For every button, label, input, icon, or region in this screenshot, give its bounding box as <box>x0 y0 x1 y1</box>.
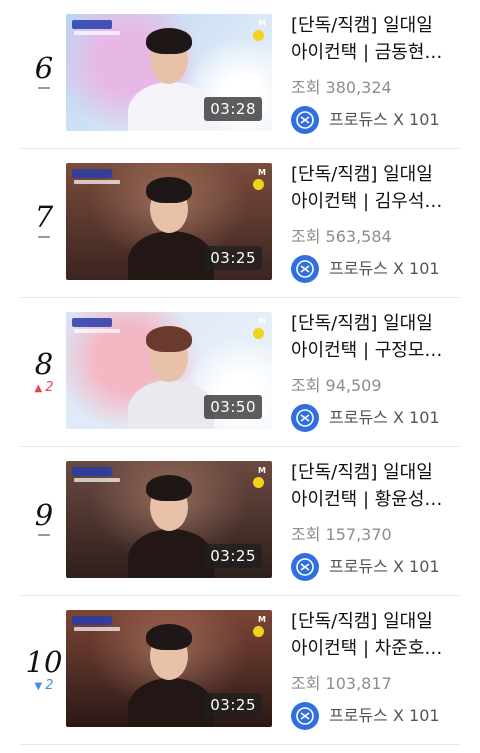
video-duration: 03:28 <box>204 97 262 121</box>
channel-watermark: M <box>258 168 266 177</box>
video-thumbnail[interactable]: M 03:25 <box>66 163 272 280</box>
video-list-item[interactable]: 9 M 03:25 [단독/직캠] 일대일아이컨택 | 황윤성… 조회 157,370 프… <box>0 447 480 596</box>
rating-badge-icon <box>253 179 264 190</box>
video-title-line: [단독/직캠] 일대일 <box>291 15 433 36</box>
broadcast-overlay-caption <box>74 627 120 631</box>
video-list-item[interactable]: 6 M 03:28 [단독/직캠] 일대일아이컨택 | 금동현… 조회 380,324 프… <box>0 0 480 149</box>
channel-watermark: M <box>258 317 266 326</box>
video-title-line: 아이컨택 | 차준호… <box>291 638 443 659</box>
triangle-up-icon: ▲ <box>34 383 43 394</box>
video-ranking-list: 6 M 03:28 [단독/직캠] 일대일 아이컨택 | 금동현… 조회 380,324 프… <box>0 0 480 753</box>
rank-column: 9 <box>18 447 70 596</box>
rank-change: ▲ 2 <box>18 380 70 397</box>
video-title-line: 아이컨택 | 김우석… <box>291 191 443 212</box>
rank-change: ▼ 2 <box>18 678 70 695</box>
row-divider <box>20 744 460 745</box>
performer-hair <box>146 475 192 501</box>
channel-name: 프로듀스 X 101 <box>329 557 440 576</box>
video-title-line: [단독/직캠] 일대일 <box>291 164 433 185</box>
broadcast-overlay-badge <box>72 20 112 29</box>
video-title-line: [단독/직캠] 일대일 <box>291 313 433 334</box>
video-title[interactable]: [단독/직캠] 일대일아이컨택 | 차준호… <box>291 608 465 662</box>
video-duration: 03:25 <box>204 693 262 717</box>
video-title[interactable]: [단독/직캠] 일대일아이컨택 | 금동현… <box>291 12 465 66</box>
rank-number: 10 <box>25 645 63 679</box>
performer-hair <box>146 177 192 203</box>
channel-watermark: M <box>258 466 266 475</box>
channel-name: 프로듀스 X 101 <box>329 408 440 427</box>
video-title[interactable]: [단독/직캠] 일대일아이컨택 | 김우석… <box>291 161 465 215</box>
video-duration: 03:25 <box>204 246 262 270</box>
video-duration: 03:50 <box>204 395 262 419</box>
video-title[interactable]: [단독/직캠] 일대일아이컨택 | 황윤성… <box>291 459 465 513</box>
rank-unchanged-dash <box>38 534 50 536</box>
rank-number: 6 <box>34 51 54 85</box>
video-title-line: [단독/직캠] 일대일 <box>291 462 433 483</box>
channel-watermark: M <box>258 615 266 624</box>
channel-watermark: M <box>258 19 266 28</box>
video-title[interactable]: [단독/직캠] 일대일아이컨택 | 구정모… <box>291 310 465 364</box>
video-title-line: 아이컨택 | 금동현… <box>291 42 443 63</box>
produce-x-101-logo-icon <box>291 106 319 134</box>
video-title-line: 아이컨택 | 황윤성… <box>291 489 443 510</box>
triangle-down-icon: ▼ <box>34 681 43 692</box>
view-count: 조회 157,370 <box>291 525 392 544</box>
video-thumbnail[interactable]: M 03:25 <box>66 610 272 727</box>
view-count: 조회 380,324 <box>291 78 392 97</box>
video-thumbnail[interactable]: M 03:28 <box>66 14 272 131</box>
view-count: 조회 103,817 <box>291 674 392 693</box>
produce-x-101-logo-icon <box>291 702 319 730</box>
channel-name: 프로듀스 X 101 <box>329 706 440 725</box>
broadcast-overlay-caption <box>74 329 120 333</box>
video-thumbnail[interactable]: M 03:25 <box>66 461 272 578</box>
video-list-item[interactable]: 7 M 03:25 [단독/직캠] 일대일아이컨택 | 김우석… 조회 563,584 프… <box>0 149 480 298</box>
video-thumbnail[interactable]: M 03:50 <box>66 312 272 429</box>
video-duration: 03:25 <box>204 544 262 568</box>
channel-name: 프로듀스 X 101 <box>329 110 440 129</box>
broadcast-overlay-badge <box>72 169 112 178</box>
rank-number: 9 <box>34 498 54 532</box>
broadcast-overlay-badge <box>72 318 112 327</box>
rank-change-value: 2 <box>45 678 54 693</box>
video-list-item[interactable]: 8 ▲ 2 M 03:50 [단독/직캠] 일대일 아이컨택 | 구정모… 조회 94,509… <box>0 298 480 447</box>
rank-number: 8 <box>34 347 54 381</box>
broadcast-overlay-caption <box>74 478 120 482</box>
video-list-item[interactable]: 10 ▼ 2 M 03:25 [단독/직캠] 일대일 아이컨택 | 차준호… 조회 103,8… <box>0 596 480 745</box>
broadcast-overlay-badge <box>72 467 112 476</box>
channel-name: 프로듀스 X 101 <box>329 259 440 278</box>
rank-number: 7 <box>34 200 54 234</box>
produce-x-101-logo-icon <box>291 404 319 432</box>
rank-column: 6 <box>18 0 70 149</box>
broadcast-overlay-caption <box>74 180 120 184</box>
produce-x-101-logo-icon <box>291 255 319 283</box>
view-count: 조회 94,509 <box>291 376 382 395</box>
video-title-line: [단독/직캠] 일대일 <box>291 611 433 632</box>
rank-change-value: 2 <box>45 380 54 395</box>
rank-column: 7 <box>18 149 70 298</box>
view-count: 조회 563,584 <box>291 227 392 246</box>
produce-x-101-logo-icon <box>291 553 319 581</box>
rating-badge-icon <box>253 30 264 41</box>
broadcast-overlay-badge <box>72 616 112 625</box>
rating-badge-icon <box>253 328 264 339</box>
broadcast-overlay-caption <box>74 31 120 35</box>
rating-badge-icon <box>253 626 264 637</box>
rank-column: 8 ▲ 2 <box>18 298 70 447</box>
performer-hair <box>146 624 192 650</box>
rank-unchanged-dash <box>38 87 50 89</box>
performer-hair <box>146 28 192 54</box>
video-title-line: 아이컨택 | 구정모… <box>291 340 443 361</box>
rank-unchanged-dash <box>38 236 50 238</box>
rating-badge-icon <box>253 477 264 488</box>
rank-column: 10 ▼ 2 <box>18 596 70 745</box>
performer-hair <box>146 326 192 352</box>
